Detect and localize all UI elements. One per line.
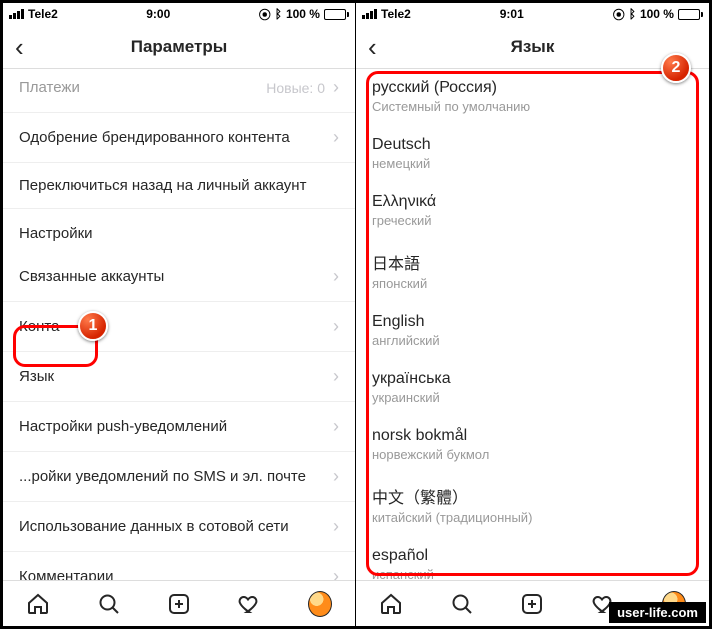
language-option[interactable]: Ελληνικά греческий [356, 183, 709, 240]
chevron-right-icon: › [333, 127, 339, 148]
language-option[interactable]: English английский [356, 303, 709, 360]
language-sub: китайский (традиционный) [372, 510, 693, 525]
add-post-icon[interactable] [520, 592, 544, 616]
chevron-right-icon: › [333, 77, 339, 98]
row-switch-personal[interactable]: Переключиться назад на личный аккаунт [3, 163, 355, 209]
tab-bar [3, 580, 355, 626]
row-label: ...ройки уведомлений по SMS и эл. почте [19, 468, 306, 485]
nav-header: ‹ Параметры [3, 25, 355, 69]
phone-right: Tele2 9:01 ⦿ ᛒ 100 % ‹ Язык русский (Рос… [356, 3, 709, 626]
back-icon[interactable]: ‹ [368, 34, 377, 60]
row-cellular-data[interactable]: Использование данных в сотовой сети › [3, 502, 355, 552]
language-option[interactable]: українська украинский [356, 360, 709, 417]
battery-percent: 100 % [640, 7, 674, 21]
home-icon[interactable] [379, 592, 403, 616]
avatar [308, 591, 332, 617]
page-title: Язык [511, 37, 555, 57]
row-linked-accounts[interactable]: Связанные аккаунты › [3, 252, 355, 302]
row-contacts[interactable]: Конта › [3, 302, 355, 352]
language-option[interactable]: 中文（繁體） китайский (традиционный) [356, 474, 709, 537]
language-sub: немецкий [372, 156, 693, 171]
row-label: Платежи [19, 79, 80, 96]
language-name: español [372, 547, 693, 565]
language-name: українська [372, 370, 693, 388]
search-icon[interactable] [97, 592, 121, 616]
language-sub: Системный по умолчанию [372, 99, 693, 114]
add-post-icon[interactable] [167, 592, 191, 616]
chevron-right-icon: › [333, 566, 339, 580]
row-label: Конта [19, 318, 59, 335]
row-language[interactable]: Язык › [3, 352, 355, 402]
row-label: Одобрение брендированного контента [19, 129, 290, 146]
language-option[interactable]: español испанский [356, 537, 709, 580]
step-badge-1: 1 [78, 311, 108, 341]
row-payments[interactable]: Платежи Новые: 0 › [3, 69, 355, 113]
phone-left: Tele2 9:00 ⦿ ᛒ 100 % ‹ Параметры Платежи… [3, 3, 356, 626]
carrier-label: Tele2 [381, 7, 411, 21]
row-branded-content[interactable]: Одобрение брендированного контента › [3, 113, 355, 163]
status-time: 9:01 [500, 7, 524, 21]
signal-icon [362, 9, 377, 19]
back-icon[interactable]: ‹ [15, 34, 24, 60]
watermark: user-life.com [609, 602, 706, 623]
carrier-label: Tele2 [28, 7, 58, 21]
step-badge-2: 2 [661, 53, 691, 83]
chevron-right-icon: › [333, 466, 339, 487]
language-option[interactable]: Deutsch немецкий [356, 126, 709, 183]
language-option[interactable]: русский (Россия) Системный по умолчанию [356, 69, 709, 126]
page-title: Параметры [131, 37, 228, 57]
row-label: Связанные аккаунты [19, 268, 164, 285]
language-name: Deutsch [372, 136, 693, 154]
profile-icon[interactable] [308, 592, 332, 616]
row-label: Настройки push-уведомлений [19, 418, 227, 435]
signal-icon [9, 9, 24, 19]
row-comments[interactable]: Комментарии › [3, 552, 355, 580]
row-label: Комментарии [19, 568, 113, 580]
row-label: Использование данных в сотовой сети [19, 518, 289, 535]
battery-percent: 100 % [286, 7, 320, 21]
search-icon[interactable] [450, 592, 474, 616]
battery-icon [324, 9, 349, 20]
language-list[interactable]: русский (Россия) Системный по умолчанию De… [356, 69, 709, 580]
language-sub: греческий [372, 213, 693, 228]
language-name: 中文（繁體） [372, 484, 693, 508]
battery-icon [678, 9, 703, 20]
home-icon[interactable] [26, 592, 50, 616]
settings-list[interactable]: Платежи Новые: 0 › Одобрение брендированн… [3, 69, 355, 580]
status-time: 9:00 [146, 7, 170, 21]
language-sub: испанский [372, 567, 693, 580]
language-name: русский (Россия) [372, 79, 693, 97]
language-sub: норвежский букмол [372, 447, 693, 462]
language-sub: украинский [372, 390, 693, 405]
language-name: norsk bokmål [372, 427, 693, 445]
nav-header: ‹ Язык [356, 25, 709, 69]
language-sub: английский [372, 333, 693, 348]
language-name: 日本語 [372, 250, 693, 274]
row-badge: Новые: 0 [266, 80, 325, 96]
language-name: Ελληνικά [372, 193, 693, 211]
chevron-right-icon: › [333, 366, 339, 387]
section-settings: Настройки [3, 209, 355, 252]
language-option[interactable]: 日本語 японский [356, 240, 709, 303]
alarm-icon: ⦿ [613, 6, 625, 23]
status-bar: Tele2 9:01 ⦿ ᛒ 100 % [356, 3, 709, 25]
heart-icon[interactable] [237, 592, 261, 616]
language-sub: японский [372, 276, 693, 291]
chevron-right-icon: › [333, 266, 339, 287]
bluetooth-icon: ᛒ [275, 7, 282, 21]
alarm-icon: ⦿ [259, 6, 271, 23]
row-sms-email[interactable]: ...ройки уведомлений по SMS и эл. почте … [3, 452, 355, 502]
language-option[interactable]: norsk bokmål норвежский букмол [356, 417, 709, 474]
row-label: Переключиться назад на личный аккаунт [19, 177, 306, 194]
chevron-right-icon: › [333, 416, 339, 437]
status-bar: Tele2 9:00 ⦿ ᛒ 100 % [3, 3, 355, 25]
bluetooth-icon: ᛒ [629, 7, 636, 21]
row-push[interactable]: Настройки push-уведомлений › [3, 402, 355, 452]
row-label: Язык [19, 368, 54, 385]
outer-frame: Tele2 9:00 ⦿ ᛒ 100 % ‹ Параметры Платежи… [0, 0, 712, 629]
chevron-right-icon: › [333, 516, 339, 537]
chevron-right-icon: › [333, 316, 339, 337]
language-name: English [372, 313, 693, 331]
